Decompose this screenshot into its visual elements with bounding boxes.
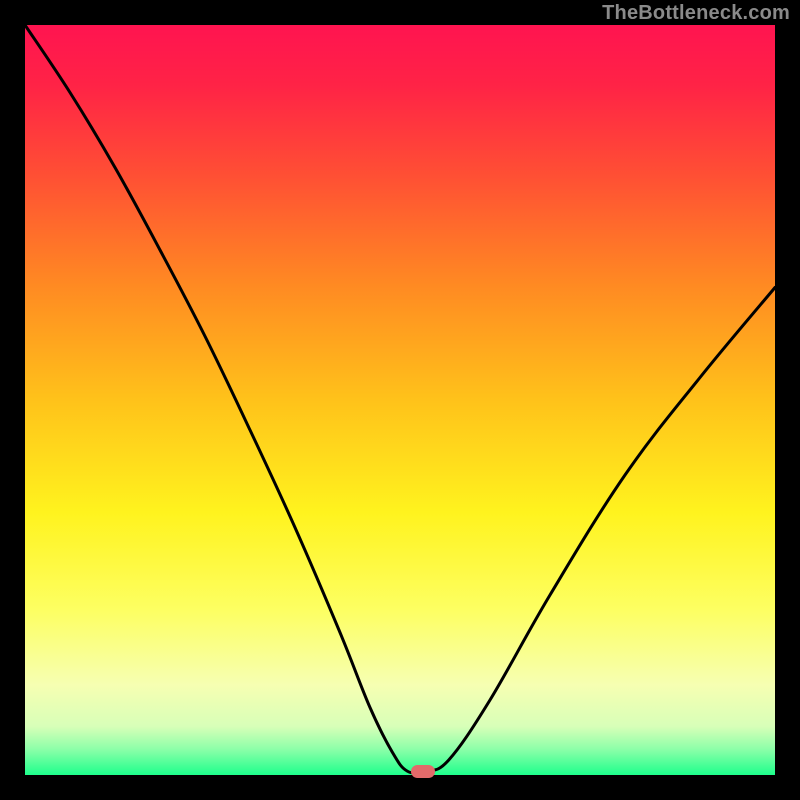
chart-svg bbox=[25, 25, 775, 775]
gradient-background bbox=[25, 25, 775, 775]
watermark-text: TheBottleneck.com bbox=[602, 2, 790, 25]
optimal-marker bbox=[411, 765, 435, 778]
chart-frame: TheBottleneck.com bbox=[0, 0, 800, 800]
plot-area bbox=[25, 25, 775, 775]
